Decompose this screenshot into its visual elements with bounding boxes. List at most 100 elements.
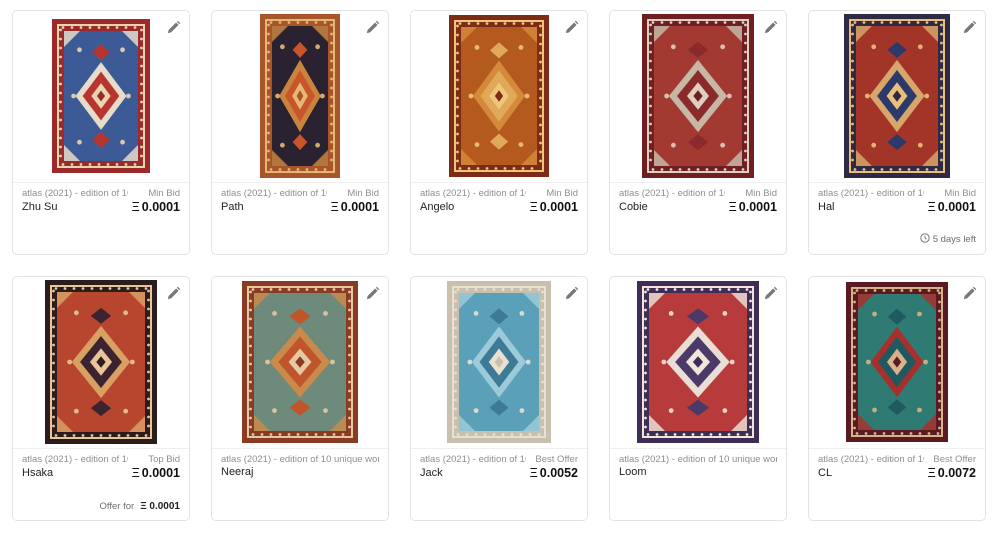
divider bbox=[411, 448, 587, 449]
eth-symbol: Ξ bbox=[728, 200, 737, 214]
title-row: Jack Ξ 0.0052 bbox=[420, 466, 578, 480]
artwork-card[interactable]: atlas (2021) - edition of 10 Min Bid Pat… bbox=[211, 10, 389, 255]
time-left-text: 5 days left bbox=[932, 234, 976, 245]
collection-name: atlas (2021) - edition of 10 bbox=[420, 188, 526, 199]
artwork-card[interactable]: atlas (2021) - edition of 10 Min Bid Hal… bbox=[808, 10, 986, 255]
price-value: Ξ 0.0072 bbox=[927, 466, 976, 480]
divider bbox=[610, 448, 786, 449]
price-label: Min Bid bbox=[745, 188, 777, 199]
divider bbox=[13, 182, 189, 183]
artwork-card[interactable]: atlas (2021) - edition of 10 Min Bid Cob… bbox=[609, 10, 787, 255]
artwork-title[interactable]: Cobie bbox=[619, 201, 648, 213]
artwork-title[interactable]: Neeraj bbox=[221, 466, 253, 478]
price-value: Ξ 0.0001 bbox=[131, 200, 180, 214]
price-value: Ξ 0.0001 bbox=[529, 200, 578, 214]
title-row: Angelo Ξ 0.0001 bbox=[420, 200, 578, 214]
offer-price: Ξ 0.0001 bbox=[140, 501, 180, 512]
divider bbox=[610, 182, 786, 183]
title-row: CL Ξ 0.0072 bbox=[818, 466, 976, 480]
artwork-title[interactable]: Angelo bbox=[420, 201, 454, 213]
artwork-card[interactable]: atlas (2021) - edition of 10 Min Bid Ang… bbox=[410, 10, 588, 255]
edit-pencil-icon[interactable] bbox=[959, 283, 979, 303]
artwork-card[interactable]: atlas (2021) - edition of 10 Best Offer … bbox=[410, 276, 588, 521]
collection-name: atlas (2021) - edition of 10 unique worl bbox=[221, 454, 379, 465]
artwork-title[interactable]: Zhu Su bbox=[22, 201, 57, 213]
edit-pencil-icon[interactable] bbox=[760, 283, 780, 303]
title-row: Zhu Su Ξ 0.0001 bbox=[22, 200, 180, 214]
artwork-card[interactable]: atlas (2021) - edition of 10 unique worl… bbox=[211, 276, 389, 521]
price-label: Top Bid bbox=[148, 454, 180, 465]
eth-symbol: Ξ bbox=[131, 466, 140, 480]
title-row: Cobie Ξ 0.0001 bbox=[619, 200, 777, 214]
collection-name: atlas (2021) - edition of 10 bbox=[221, 188, 327, 199]
price-label: Best Offer bbox=[535, 454, 578, 465]
offer-info: Offer for Ξ 0.0001 bbox=[100, 501, 180, 512]
price-value: Ξ 0.0001 bbox=[330, 200, 379, 214]
title-row: Neeraj bbox=[221, 466, 379, 478]
divider bbox=[809, 182, 985, 183]
price-label: Min Bid bbox=[347, 188, 379, 199]
title-row: Hsaka Ξ 0.0001 bbox=[22, 466, 180, 480]
collection-row: atlas (2021) - edition of 10 Min Bid bbox=[420, 188, 578, 199]
title-row: Loom bbox=[619, 466, 777, 478]
collection-row: atlas (2021) - edition of 10 Min Bid bbox=[22, 188, 180, 199]
collection-row: atlas (2021) - edition of 10 Top Bid bbox=[22, 454, 180, 465]
artwork-grid: atlas (2021) - edition of 10 Min Bid Zhu… bbox=[12, 10, 986, 521]
collection-name: atlas (2021) - edition of 10 bbox=[420, 454, 526, 465]
eth-symbol: Ξ bbox=[529, 466, 538, 480]
collection-row: atlas (2021) - edition of 10 unique worl bbox=[221, 454, 379, 465]
collection-row: atlas (2021) - edition of 10 Best Offer bbox=[818, 454, 976, 465]
collection-row: atlas (2021) - edition of 10 Min Bid bbox=[221, 188, 379, 199]
divider bbox=[809, 448, 985, 449]
price-label: Min Bid bbox=[944, 188, 976, 199]
divider bbox=[212, 448, 388, 449]
edit-pencil-icon[interactable] bbox=[163, 17, 183, 37]
divider bbox=[411, 182, 587, 183]
time-left: 5 days left bbox=[919, 233, 976, 246]
artwork-card[interactable]: atlas (2021) - edition of 10 Min Bid Zhu… bbox=[12, 10, 190, 255]
price-value: Ξ 0.0001 bbox=[728, 200, 777, 214]
eth-symbol: Ξ bbox=[330, 200, 339, 214]
price-value: Ξ 0.0052 bbox=[529, 466, 578, 480]
artwork-card[interactable]: atlas (2021) - edition of 10 Best Offer … bbox=[808, 276, 986, 521]
collection-row: atlas (2021) - edition of 10 Min Bid bbox=[818, 188, 976, 199]
divider bbox=[13, 448, 189, 449]
collection-name: atlas (2021) - edition of 10 bbox=[619, 188, 725, 199]
artwork-title[interactable]: Hal bbox=[818, 201, 835, 213]
edit-pencil-icon[interactable] bbox=[760, 17, 780, 37]
clock-icon bbox=[919, 233, 930, 246]
edit-pencil-icon[interactable] bbox=[362, 17, 382, 37]
collection-row: atlas (2021) - edition of 10 Min Bid bbox=[619, 188, 777, 199]
eth-symbol: Ξ bbox=[927, 466, 936, 480]
eth-symbol: Ξ bbox=[927, 200, 936, 214]
price-value: Ξ 0.0001 bbox=[131, 466, 180, 480]
artwork-card[interactable]: atlas (2021) - edition of 10 unique worl… bbox=[609, 276, 787, 521]
artwork-title[interactable]: CL bbox=[818, 467, 832, 479]
collection-name: atlas (2021) - edition of 10 unique worl bbox=[619, 454, 777, 465]
collection-name: atlas (2021) - edition of 10 bbox=[818, 188, 924, 199]
eth-symbol: Ξ bbox=[131, 200, 140, 214]
price-value: Ξ 0.0001 bbox=[927, 200, 976, 214]
artwork-title[interactable]: Hsaka bbox=[22, 467, 53, 479]
edit-pencil-icon[interactable] bbox=[561, 17, 581, 37]
artwork-card[interactable]: atlas (2021) - edition of 10 Top Bid Hsa… bbox=[12, 276, 190, 521]
collection-row: atlas (2021) - edition of 10 Best Offer bbox=[420, 454, 578, 465]
edit-pencil-icon[interactable] bbox=[163, 283, 183, 303]
collection-name: atlas (2021) - edition of 10 bbox=[818, 454, 924, 465]
artwork-title[interactable]: Path bbox=[221, 201, 244, 213]
artwork-title[interactable]: Loom bbox=[619, 466, 647, 478]
edit-pencil-icon[interactable] bbox=[362, 283, 382, 303]
price-label: Min Bid bbox=[546, 188, 578, 199]
collection-row: atlas (2021) - edition of 10 unique worl bbox=[619, 454, 777, 465]
title-row: Path Ξ 0.0001 bbox=[221, 200, 379, 214]
eth-symbol: Ξ bbox=[529, 200, 538, 214]
price-label: Min Bid bbox=[148, 188, 180, 199]
artwork-title[interactable]: Jack bbox=[420, 467, 443, 479]
divider bbox=[212, 182, 388, 183]
edit-pencil-icon[interactable] bbox=[959, 17, 979, 37]
edit-pencil-icon[interactable] bbox=[561, 283, 581, 303]
collection-name: atlas (2021) - edition of 10 bbox=[22, 188, 128, 199]
collection-name: atlas (2021) - edition of 10 bbox=[22, 454, 128, 465]
title-row: Hal Ξ 0.0001 bbox=[818, 200, 976, 214]
offer-label: Offer for bbox=[99, 501, 135, 512]
